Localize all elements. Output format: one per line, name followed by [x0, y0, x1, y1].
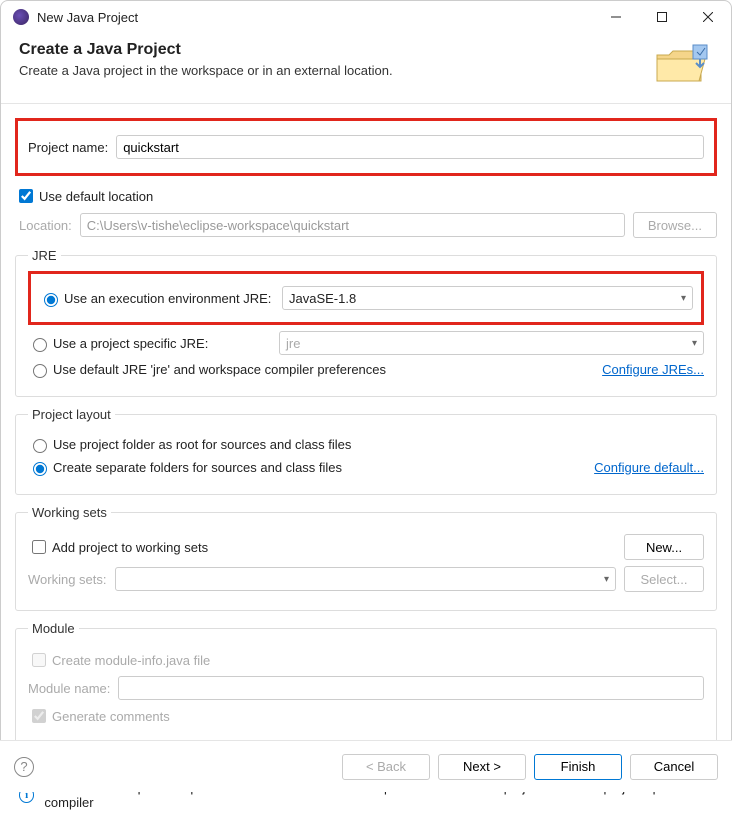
- cancel-button[interactable]: Cancel: [630, 754, 718, 780]
- location-label: Location:: [19, 218, 72, 233]
- project-layout-legend: Project layout: [28, 407, 115, 422]
- titlebar: New Java Project: [1, 1, 731, 33]
- add-working-sets-checkbox[interactable]: [32, 540, 46, 554]
- header-subtitle: Create a Java project in the workspace o…: [19, 63, 651, 78]
- layout-root-radio[interactable]: [33, 439, 47, 453]
- window-title: New Java Project: [37, 10, 593, 25]
- back-button: < Back: [342, 754, 430, 780]
- project-layout-fieldset: Project layout Use project folder as roo…: [15, 407, 717, 495]
- eclipse-icon: [13, 9, 29, 25]
- close-button[interactable]: [685, 1, 731, 33]
- footer: ? < Back Next > Finish Cancel: [0, 740, 732, 792]
- wizard-folder-icon: [651, 41, 711, 89]
- use-default-location-checkbox[interactable]: [19, 189, 33, 203]
- layout-separate-radio[interactable]: [33, 462, 47, 476]
- help-icon[interactable]: ?: [14, 757, 34, 777]
- project-name-highlight: Project name:: [15, 118, 717, 176]
- add-working-sets-label: Add project to working sets: [52, 540, 208, 555]
- new-working-set-button[interactable]: New...: [624, 534, 704, 560]
- project-jre-radio[interactable]: [33, 338, 47, 352]
- next-button[interactable]: Next >: [438, 754, 526, 780]
- minimize-button[interactable]: [593, 1, 639, 33]
- working-sets-label: Working sets:: [28, 572, 107, 587]
- location-input: [80, 213, 625, 237]
- configure-default-link[interactable]: Configure default...: [594, 460, 704, 475]
- exec-env-radio[interactable]: [44, 293, 58, 307]
- module-name-label: Module name:: [28, 681, 110, 696]
- jre-legend: JRE: [28, 248, 61, 263]
- working-sets-fieldset: Working sets Add project to working sets…: [15, 505, 717, 611]
- module-legend: Module: [28, 621, 79, 636]
- exec-env-label: Use an execution environment JRE:: [64, 291, 282, 306]
- wizard-header: Create a Java Project Create a Java proj…: [1, 33, 731, 104]
- configure-jres-link[interactable]: Configure JREs...: [602, 362, 704, 377]
- create-module-info-label: Create module-info.java file: [52, 653, 210, 668]
- header-title: Create a Java Project: [19, 41, 651, 59]
- use-default-location-label: Use default location: [39, 189, 153, 204]
- layout-root-label: Use project folder as root for sources a…: [53, 437, 351, 452]
- project-jre-label: Use a project specific JRE:: [53, 336, 279, 351]
- working-sets-legend: Working sets: [28, 505, 111, 520]
- module-name-input: [118, 676, 704, 700]
- browse-button: Browse...: [633, 212, 717, 238]
- module-fieldset: Module Create module-info.java file Modu…: [15, 621, 717, 745]
- project-name-label: Project name:: [28, 140, 108, 155]
- chevron-down-icon: ▾: [681, 293, 686, 304]
- project-jre-value: jre: [286, 336, 300, 351]
- chevron-down-icon: ▾: [604, 574, 609, 585]
- default-jre-label: Use default JRE 'jre' and workspace comp…: [53, 362, 386, 377]
- project-jre-select: jre ▾: [279, 331, 704, 355]
- project-name-input[interactable]: [116, 135, 704, 159]
- layout-separate-label: Create separate folders for sources and …: [53, 460, 342, 475]
- jre-highlight: Use an execution environment JRE: JavaSE…: [28, 271, 704, 325]
- exec-env-select[interactable]: JavaSE-1.8 ▾: [282, 286, 693, 310]
- exec-env-value: JavaSE-1.8: [289, 291, 356, 306]
- jre-fieldset: JRE Use an execution environment JRE: Ja…: [15, 248, 717, 397]
- working-sets-select: ▾: [115, 567, 616, 591]
- generate-comments-checkbox: [32, 709, 46, 723]
- default-jre-radio[interactable]: [33, 364, 47, 378]
- generate-comments-label: Generate comments: [52, 709, 170, 724]
- finish-button[interactable]: Finish: [534, 754, 622, 780]
- create-module-info-checkbox: [32, 653, 46, 667]
- maximize-button[interactable]: [639, 1, 685, 33]
- select-working-sets-button: Select...: [624, 566, 704, 592]
- chevron-down-icon: ▾: [692, 338, 697, 349]
